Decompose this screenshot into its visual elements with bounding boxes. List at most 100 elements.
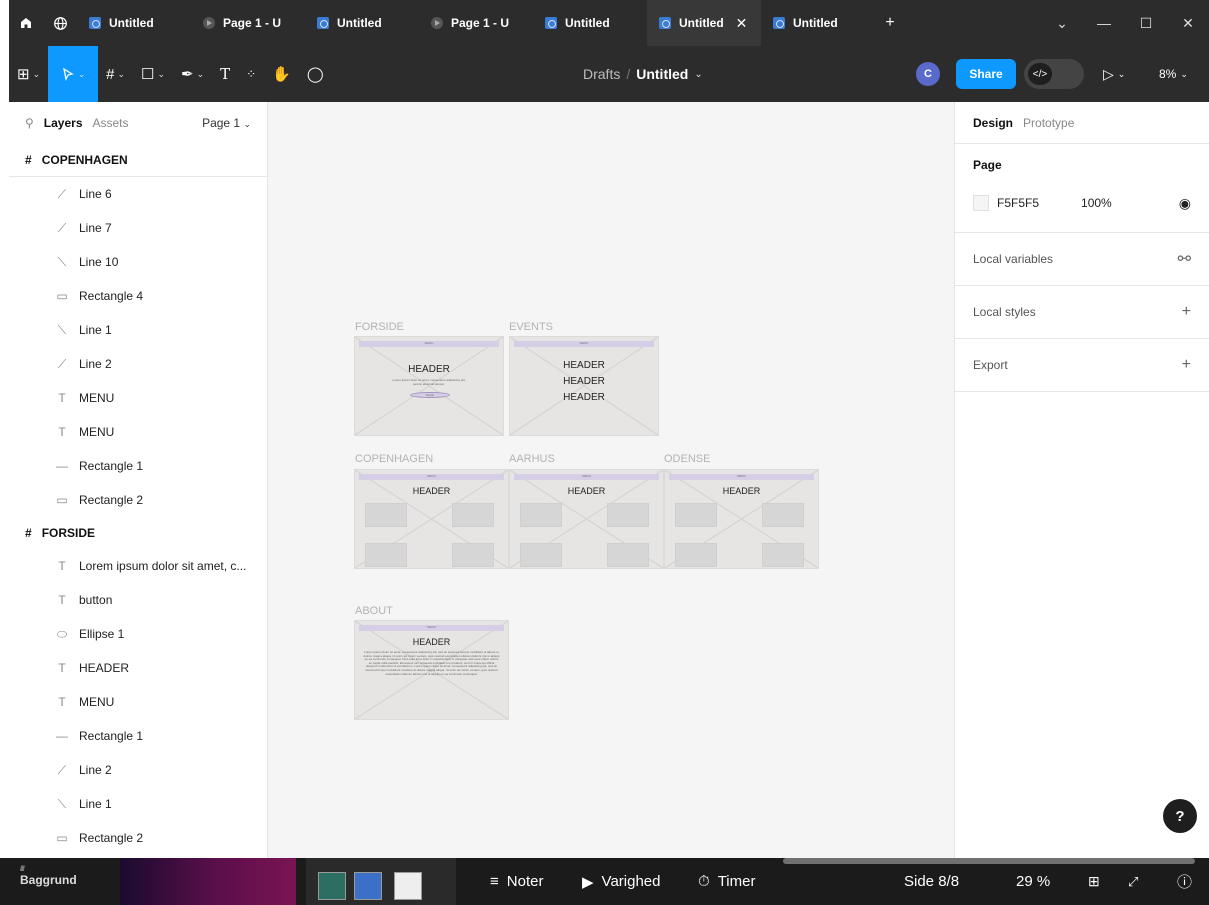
frame-odense[interactable]: MENU HEADER [664, 469, 819, 569]
page-opacity-value[interactable]: 100% [1081, 196, 1112, 210]
frame-events[interactable]: MENU HEADER HEADER HEADER [509, 336, 659, 436]
layer-item[interactable]: ⟍ Line 1 [9, 787, 267, 821]
minimize-icon[interactable]: — [1083, 15, 1125, 31]
add-icon[interactable]: + [1182, 303, 1191, 321]
tab-assets[interactable]: Assets [93, 116, 129, 130]
layer-label: COPENHAGEN [41, 153, 128, 167]
avatar[interactable]: C [916, 62, 940, 86]
zoom-menu[interactable]: 8% ⌄ [1159, 46, 1188, 102]
new-tab-icon[interactable]: + [875, 14, 905, 32]
layer-item[interactable]: ⟋ Line 2 [9, 347, 267, 381]
layer-item[interactable]: T Lorem ipsum dolor sit amet, c... [9, 549, 267, 583]
eye-icon[interactable]: ◉ [1179, 195, 1191, 212]
zoom-level[interactable]: 29 % [1016, 858, 1050, 905]
tab-file[interactable]: Untitled [533, 0, 647, 46]
present-button[interactable]: ▷ ⌄ [1103, 46, 1125, 102]
pen-tool-button[interactable]: ✒ ⌄ [173, 46, 212, 102]
frame-label-forside[interactable]: FORSIDE [355, 321, 404, 333]
frame-label-copenhagen[interactable]: COPENHAGEN [355, 453, 433, 465]
tab-file[interactable]: Untitled [761, 0, 875, 46]
variables-icon[interactable]: ⚯ [1178, 249, 1191, 269]
globe-icon[interactable] [43, 16, 77, 31]
layer-item[interactable]: ⟍ Line 1 [9, 313, 267, 347]
tab-prototype[interactable]: Page 1 - U [419, 0, 533, 46]
layer-item[interactable]: ⟋ Line 6 [9, 177, 267, 211]
file-name[interactable]: Untitled [636, 66, 688, 82]
layer-item[interactable]: T MENU [9, 381, 267, 415]
layer-item[interactable]: ⟋ Line 2 [9, 753, 267, 787]
dev-mode-toggle[interactable]: </> [1024, 59, 1084, 89]
export-label[interactable]: Export [973, 358, 1008, 372]
duration-button[interactable]: ▶ Varighed [582, 858, 660, 905]
zoom-level: 8% [1159, 67, 1177, 81]
tab-label: Untitled [337, 16, 382, 30]
layer-item[interactable]: ▭ Rectangle 2 [9, 821, 267, 855]
tab-file[interactable]: Untitled [77, 0, 191, 46]
layer-item[interactable]: Tbutton [9, 583, 267, 617]
frame-about[interactable]: MENU HEADER Lorem ipsum dolor sit amet, … [354, 620, 509, 720]
slide-thumbnail[interactable] [120, 858, 296, 905]
layer-frame-copenhagen[interactable]: # COPENHAGEN [9, 144, 267, 176]
shape-tool-button[interactable]: ☐ ⌄ [133, 46, 173, 102]
layer-item[interactable]: ⬭ Ellipse 1 [9, 617, 267, 651]
frame-label-events[interactable]: EVENTS [509, 321, 553, 333]
frame-label-about[interactable]: ABOUT [355, 605, 393, 617]
breadcrumb-drafts[interactable]: Drafts [583, 66, 620, 82]
text-tool-button[interactable]: T [212, 46, 238, 102]
chevron-down-icon[interactable]: ⌄ [1041, 15, 1083, 32]
add-icon[interactable]: + [1182, 356, 1191, 374]
help-icon[interactable]: ⓘ [1177, 858, 1192, 905]
page-color-value[interactable]: F5F5F5 [997, 196, 1039, 210]
frame-aarhus[interactable]: MENU HEADER [509, 469, 664, 569]
layer-item[interactable]: — Rectangle 1 [9, 719, 267, 753]
image-placeholder [675, 503, 717, 527]
background-label[interactable]: Baggrund [20, 866, 77, 887]
grid-view-icon[interactable]: ⊞ [1088, 858, 1100, 905]
tab-file[interactable]: Untitled [305, 0, 419, 46]
layer-item[interactable]: ▭ Rectangle 2 [9, 483, 267, 517]
home-icon[interactable] [9, 16, 43, 30]
color-swatch[interactable] [973, 195, 989, 211]
resources-button[interactable]: ⁘ [238, 46, 264, 102]
canvas[interactable]: FORSIDE MENU HEADER Lorem ipsum dolor si… [268, 102, 954, 858]
tab-file-active[interactable]: Untitled ✕ [647, 0, 761, 46]
close-tab-icon[interactable]: ✕ [736, 15, 748, 32]
frame-copenhagen[interactable]: MENU HEADER [354, 469, 509, 569]
page-color-row[interactable]: F5F5F5 100% ◉ [973, 186, 1191, 220]
tab-prototype[interactable]: Page 1 - U [191, 0, 305, 46]
tab-design[interactable]: Design [973, 116, 1013, 130]
maximize-icon[interactable]: ☐ [1125, 15, 1167, 32]
share-button[interactable]: Share [956, 59, 1016, 89]
timer-button[interactable]: ⏱ Timer [698, 858, 755, 905]
page-selector[interactable]: Page 1 ⌄ [202, 116, 251, 130]
layer-item[interactable]: T HEADER [9, 651, 267, 685]
comment-tool-button[interactable]: ◯ [299, 46, 332, 102]
frame-forside[interactable]: MENU HEADER Lorem ipsum dolor sit amet, … [354, 336, 504, 436]
move-tool-button[interactable]: ⌄ [48, 46, 99, 102]
close-window-icon[interactable]: ✕ [1167, 15, 1209, 32]
local-variables-label[interactable]: Local variables [973, 252, 1053, 266]
help-button[interactable]: ? [1163, 799, 1197, 833]
tab-layers[interactable]: Layers [44, 116, 83, 130]
layer-frame-forside[interactable]: # FORSIDE [9, 517, 267, 549]
layer-item[interactable]: ▭ Rectangle 4 [9, 279, 267, 313]
frame-label-odense[interactable]: ODENSE [664, 453, 710, 465]
notes-label: Noter [506, 873, 544, 890]
frame-tool-button[interactable]: # ⌄ [98, 46, 133, 102]
slide-thumbnail[interactable] [306, 858, 456, 905]
layer-item[interactable]: ⟋ Line 7 [9, 211, 267, 245]
layer-item[interactable]: T MENU [9, 685, 267, 719]
horizontal-scrollbar[interactable] [783, 858, 1195, 864]
tab-prototype[interactable]: Prototype [1023, 116, 1074, 130]
layer-item[interactable]: — Rectangle 1 [9, 449, 267, 483]
frame-label-aarhus[interactable]: AARHUS [509, 453, 555, 465]
layer-item[interactable]: ⟍ Line 10 [9, 245, 267, 279]
layer-item[interactable]: T MENU [9, 415, 267, 449]
hand-tool-button[interactable]: ✋ [264, 46, 299, 102]
local-styles-label[interactable]: Local styles [973, 305, 1036, 319]
notes-button[interactable]: ≡ Noter [490, 858, 543, 905]
chevron-down-icon[interactable]: ⌄ [694, 69, 702, 80]
main-menu-button[interactable]: ⊞ ⌄ [9, 46, 48, 102]
expand-icon[interactable]: ⤢ [1128, 858, 1138, 905]
search-icon[interactable]: ⚲ [25, 116, 34, 130]
